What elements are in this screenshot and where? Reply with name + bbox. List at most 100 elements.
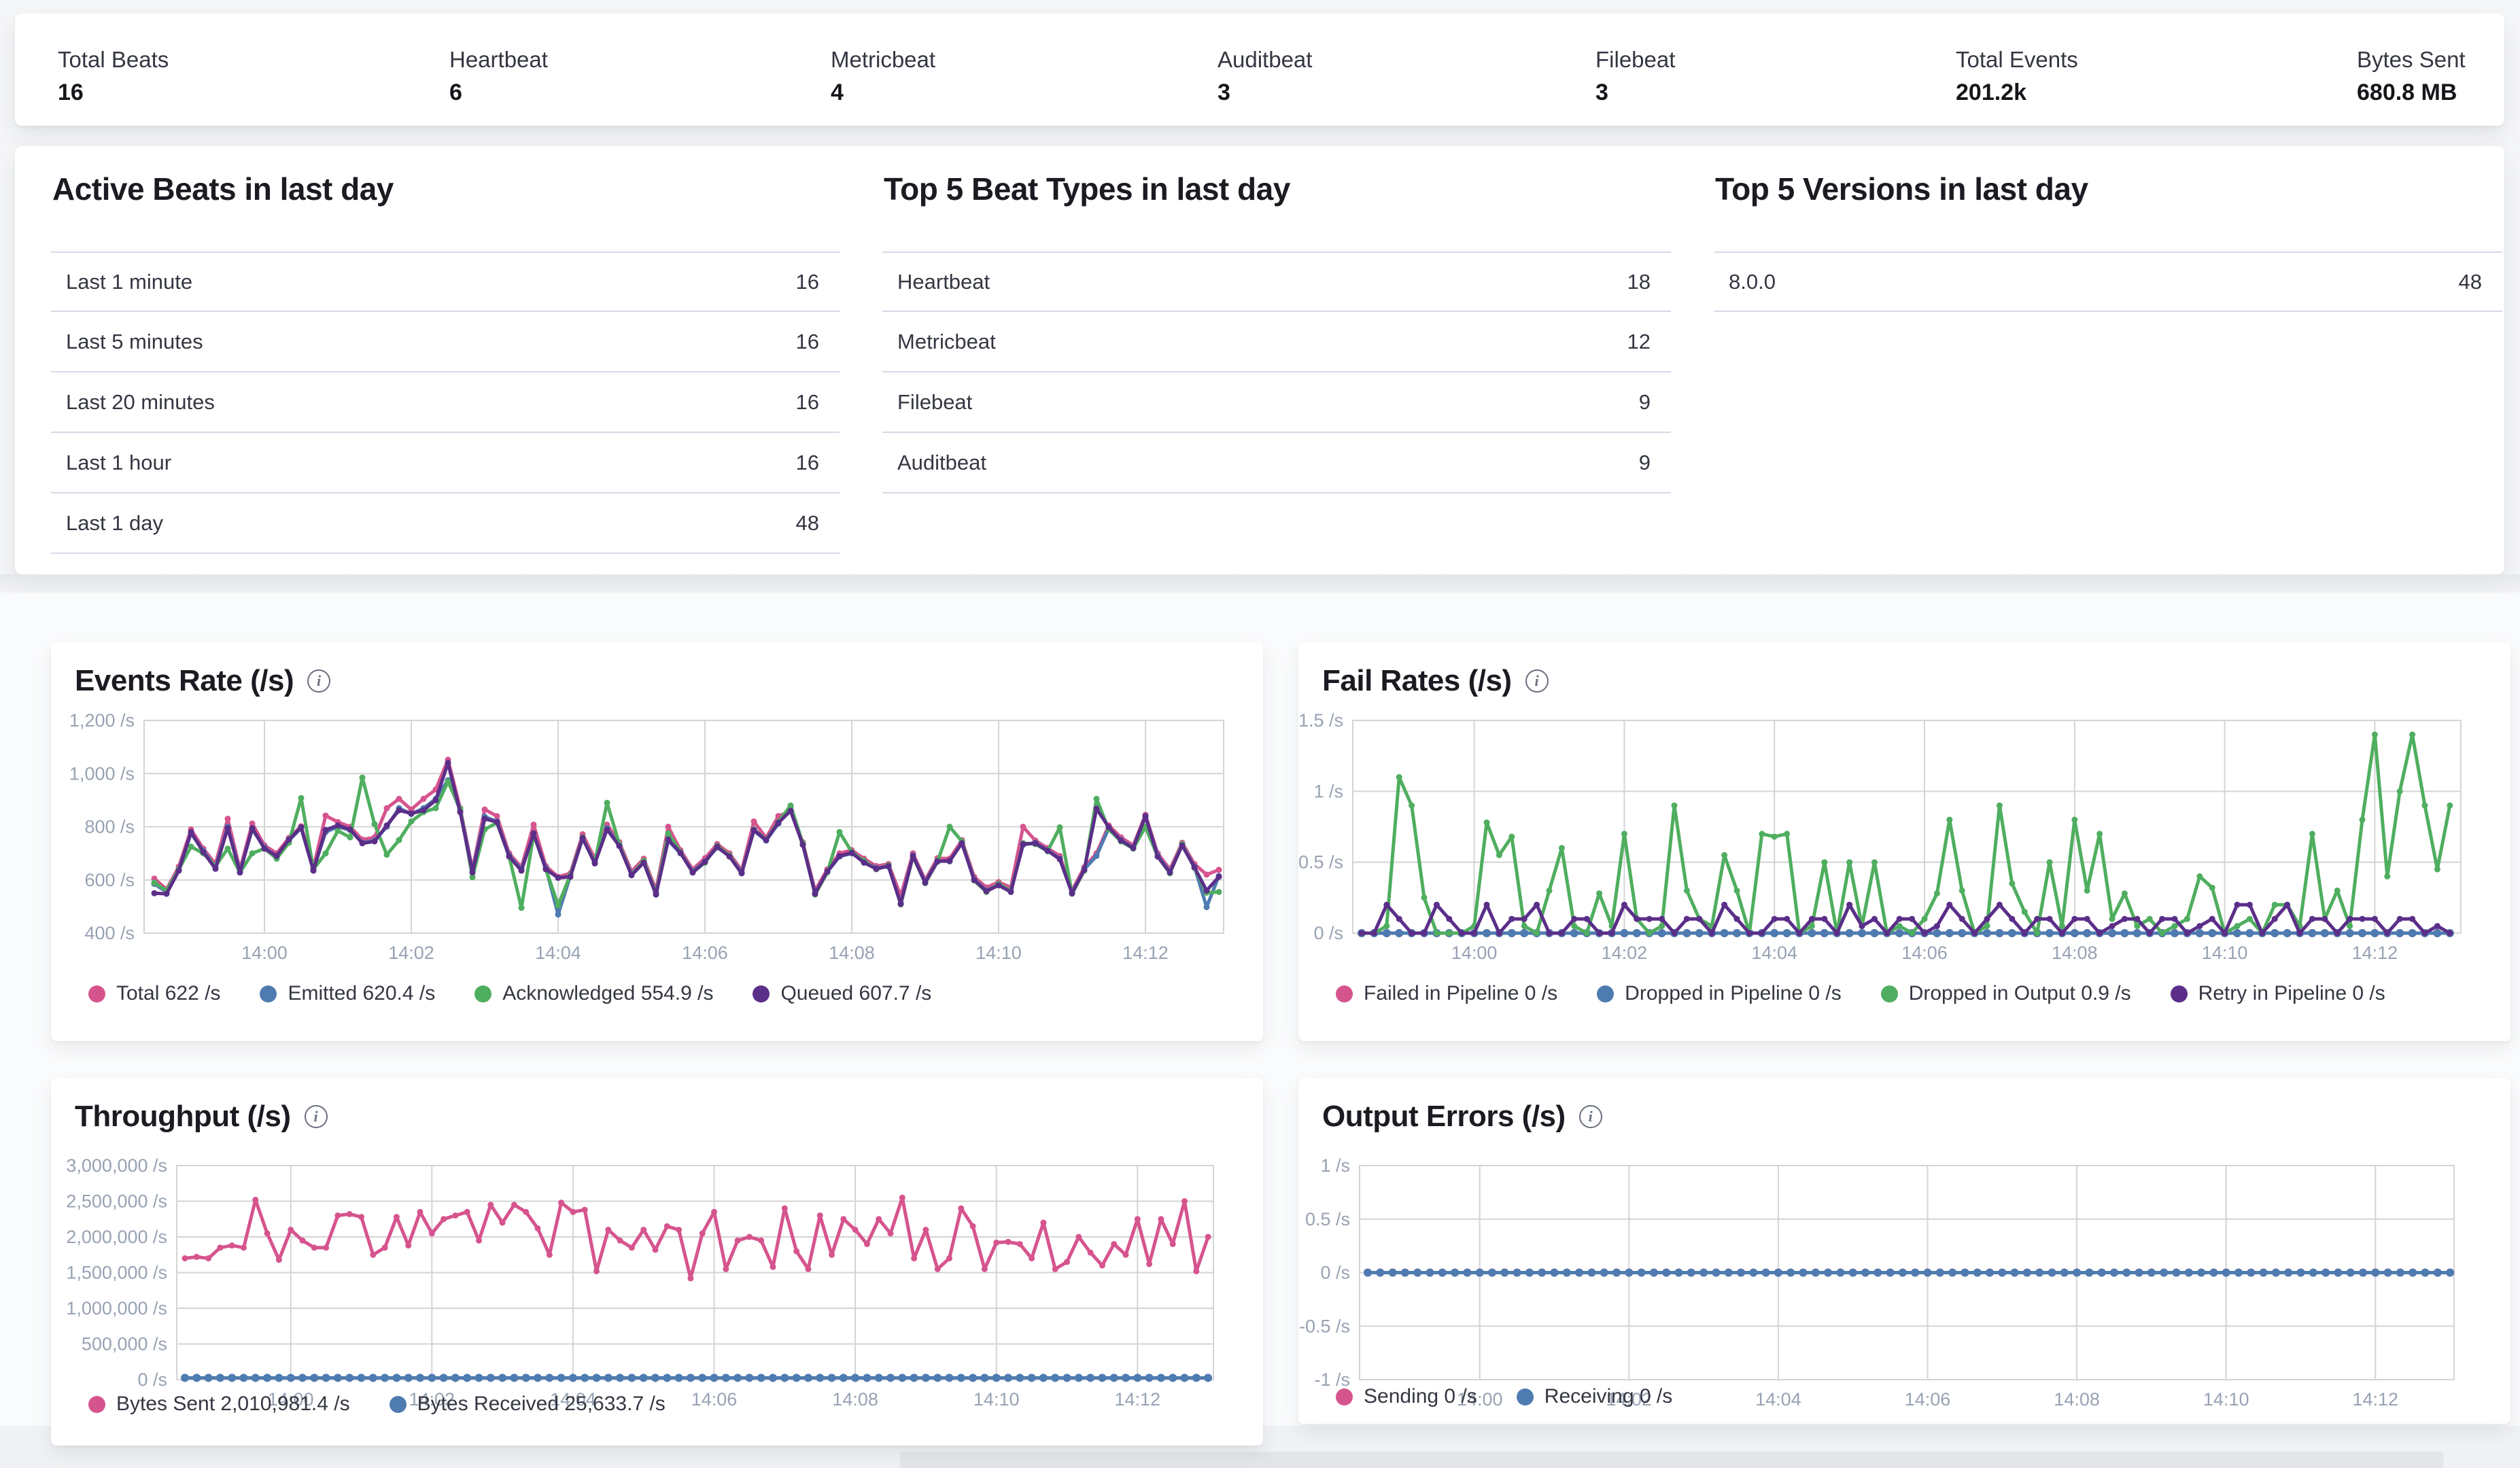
- legend-item[interactable]: Dropped in Output 0.9 /s: [1881, 982, 2131, 1005]
- legend-item[interactable]: Acknowledged 554.9 /s: [474, 982, 713, 1005]
- y-axis-tick-label: 3,000,000 /s: [66, 1155, 167, 1176]
- info-icon[interactable]: [307, 669, 330, 693]
- x-axis-tick-label: 14:04: [1751, 943, 1797, 963]
- row-label: Auditbeat: [897, 451, 986, 475]
- chart-title: Output Errors (/s): [1322, 1100, 1566, 1134]
- legend-label: Bytes Received 25,633.7 /s: [417, 1393, 666, 1416]
- x-axis-tick-label: 14:06: [691, 1389, 738, 1410]
- legend-dot-icon: [260, 985, 277, 1002]
- legend-label: Total 622 /s: [116, 982, 220, 1005]
- y-axis-tick-label: 2,000,000 /s: [66, 1227, 167, 1247]
- legend-dot-icon: [753, 985, 770, 1002]
- summary-tables-panel: Active Beats in last day Last 1 minute 16…: [15, 146, 2504, 574]
- y-axis-tick-label: 1 /s: [1320, 1155, 1350, 1176]
- stat-value: 201.2k: [1956, 80, 2078, 106]
- x-axis-tick-label: 14:00: [1451, 943, 1498, 963]
- x-axis-tick-label: 14:10: [2203, 1389, 2249, 1410]
- table-rows: 8.0.048: [1714, 251, 2502, 312]
- y-axis-tick-label: 1,000 /s: [69, 763, 135, 784]
- chart-legend: Bytes Sent 2,010,981.4 /s Bytes Received …: [88, 1393, 666, 1416]
- row-value: 48: [796, 511, 819, 536]
- chart-title: Events Rate (/s): [75, 664, 294, 698]
- x-axis-tick-label: 14:12: [2353, 1389, 2399, 1410]
- stat-value: 4: [831, 80, 935, 106]
- chart-legend: Sending 0 /s Receiving 0 /s: [1336, 1385, 1672, 1408]
- legend-item[interactable]: Failed in Pipeline 0 /s: [1336, 982, 1557, 1005]
- table-row: Last 5 minutes16: [51, 312, 840, 372]
- row-label: 8.0.0: [1729, 270, 1776, 294]
- stat-label: Total Events: [1956, 46, 2078, 73]
- x-axis-tick-label: 14:00: [241, 943, 288, 963]
- stat-value: 680.8 MB: [2357, 80, 2466, 106]
- row-label: Last 1 minute: [66, 270, 192, 294]
- y-axis-tick-label: 600 /s: [84, 870, 135, 890]
- stat-item: Filebeat3: [1595, 46, 1675, 106]
- info-icon[interactable]: [1525, 669, 1549, 693]
- y-axis-tick-label: 1,500,000 /s: [66, 1263, 167, 1283]
- legend-item[interactable]: Bytes Received 25,633.7 /s: [390, 1393, 666, 1416]
- section-divider: [0, 574, 2520, 595]
- x-axis-tick-label: 14:06: [1905, 1389, 1951, 1410]
- table-title: Active Beats in last day: [52, 171, 394, 207]
- legend-item[interactable]: Queued 607.7 /s: [753, 982, 931, 1005]
- row-label: Last 20 minutes: [66, 390, 215, 415]
- legend-dot-icon: [1336, 985, 1353, 1002]
- y-axis-tick-label: 0 /s: [137, 1369, 167, 1390]
- stat-label: Auditbeat: [1218, 46, 1312, 73]
- legend-item[interactable]: Receiving 0 /s: [1517, 1385, 1672, 1408]
- legend-item[interactable]: Dropped in Pipeline 0 /s: [1597, 982, 1842, 1005]
- legend-item[interactable]: Total 622 /s: [88, 982, 220, 1005]
- chart-card-throughput: 14:0014:0214:0414:0614:0814:1014:123,000…: [51, 1078, 1263, 1446]
- y-axis-tick-label: 0.5 /s: [1298, 852, 1343, 873]
- y-axis-tick-label: 400 /s: [84, 923, 135, 943]
- stat-item: Total Events 201.2k: [1956, 46, 2078, 106]
- x-axis-tick-label: 14:02: [1602, 943, 1648, 963]
- fail-rates-chart-canvas[interactable]: 14:0014:0214:0414:0614:0814:1014:121.5 /…: [1298, 642, 2510, 1041]
- legend-label: Queued 607.7 /s: [780, 982, 931, 1005]
- y-axis-tick-label: 2,500,000 /s: [66, 1191, 167, 1212]
- table-row: Metricbeat12: [882, 312, 1671, 372]
- legend-label: Failed in Pipeline 0 /s: [1364, 982, 1557, 1005]
- beats-overview-page: Total Beats16Heartbeat6Metricbeat4Auditb…: [0, 0, 2520, 1468]
- table-row: Last 1 day48: [51, 493, 840, 554]
- row-value: 9: [1639, 390, 1651, 415]
- x-axis-tick-label: 14:06: [1901, 943, 1948, 963]
- x-axis-tick-label: 14:10: [976, 943, 1022, 963]
- x-axis-tick-label: 14:08: [2054, 1389, 2100, 1410]
- table-row: Heartbeat18: [882, 251, 1671, 312]
- row-label: Filebeat: [897, 390, 972, 415]
- row-label: Last 5 minutes: [66, 330, 203, 354]
- legend-dot-icon: [88, 985, 105, 1002]
- y-axis-tick-label: 1,200 /s: [69, 710, 135, 731]
- table-row: Last 1 hour16: [51, 433, 840, 493]
- chart-card-fail-rates: 14:0014:0214:0414:0614:0814:1014:121.5 /…: [1298, 642, 2510, 1041]
- chart-card-events-rate: 14:0014:0214:0414:0614:0814:1014:121,200…: [51, 642, 1263, 1041]
- y-axis-tick-label: 800 /s: [84, 817, 135, 837]
- row-value: 16: [796, 270, 819, 294]
- y-axis-tick-label: 0 /s: [1313, 923, 1343, 943]
- x-axis-tick-label: 14:12: [1115, 1389, 1161, 1410]
- events-rate-chart-canvas[interactable]: 14:0014:0214:0414:0614:0814:1014:121,200…: [51, 642, 1263, 1041]
- legend-item[interactable]: Emitted 620.4 /s: [260, 982, 435, 1005]
- legend-item[interactable]: Sending 0 /s: [1336, 1385, 1477, 1408]
- info-icon[interactable]: [1579, 1105, 1602, 1128]
- row-label: Heartbeat: [897, 270, 990, 294]
- stat-label: Metricbeat: [831, 46, 935, 73]
- table-rows: Heartbeat18Metricbeat12 Filebeat 9 Auditbea…: [882, 251, 1671, 493]
- table-row: Last 1 minute 16: [51, 251, 840, 312]
- stat-value: 6: [449, 80, 548, 106]
- legend-dot-icon: [474, 985, 491, 1002]
- table-title: Top 5 Versions in last day: [1715, 171, 2088, 207]
- legend-dot-icon: [1881, 985, 1898, 1002]
- legend-item[interactable]: Retry in Pipeline 0 /s: [2171, 982, 2385, 1005]
- stat-label: Heartbeat: [449, 46, 548, 73]
- table-rows: Last 1 minute 16 Last 5 minutes16 Last 20 m…: [51, 251, 840, 554]
- info-icon[interactable]: [305, 1105, 328, 1128]
- series-line: [154, 777, 1219, 908]
- legend-label: Emitted 620.4 /s: [288, 982, 435, 1005]
- chart-legend: Failed in Pipeline 0 /s Dropped in Pipeli…: [1336, 982, 2385, 1005]
- row-label: Metricbeat: [897, 330, 996, 354]
- y-axis-tick-label: 1 /s: [1313, 781, 1343, 801]
- x-axis-tick-label: 14:08: [832, 1389, 878, 1410]
- legend-item[interactable]: Bytes Sent 2,010,981.4 /s: [88, 1393, 350, 1416]
